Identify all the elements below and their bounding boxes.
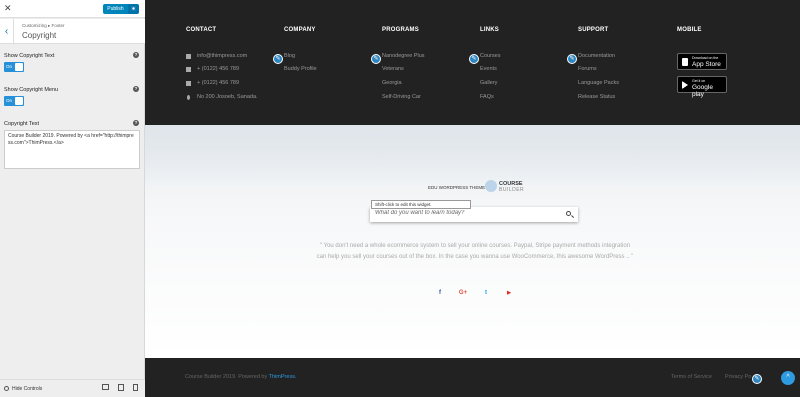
copyright-prefix: Course Builder 2019. Powered by (185, 374, 269, 380)
thimpress-link[interactable]: ThimPress. (269, 374, 297, 380)
programs-heading: PROGRAMS (382, 27, 419, 33)
mobile-heading: MOBILE (677, 27, 702, 33)
google-play-big-text: Google play (692, 84, 713, 98)
customizer-panel: ✕ Publish ‹ Customizing ▸ Footer Copyrig… (0, 0, 145, 397)
copyright-text: Course Builder 2019. Powered by ThimPres… (185, 374, 296, 380)
back-button[interactable]: ‹ (0, 19, 14, 44)
copyright-text-label: Copyright Text (4, 121, 40, 127)
show-copyright-text-label: Show Copyright Text (4, 53, 55, 59)
section-title: Copyright (22, 31, 57, 40)
company-heading: COMPANY (284, 27, 316, 33)
show-copyright-menu-toggle[interactable]: On (4, 96, 24, 106)
show-copyright-menu-label: Show Copyright Menu (4, 87, 59, 93)
copyright-text-field[interactable]: Course Builder 2019. Powered by <a href=… (4, 130, 140, 169)
back-to-top-button[interactable]: ^ (781, 371, 795, 385)
phone-icon (186, 67, 191, 72)
collapse-icon (4, 386, 9, 391)
app-store-small-text: Download on the (692, 56, 719, 60)
theme-tagline: EDU WORDPRESS THEME (428, 185, 486, 190)
gear-icon (131, 6, 136, 11)
edit-pencil-icon[interactable]: ✎ (752, 374, 762, 384)
footer-hero: EDU WORDPRESS THEME COURSE BUILDER Shift… (145, 125, 800, 358)
contact-heading: CONTACT (186, 27, 217, 33)
terms-link[interactable]: Terms of Service (671, 374, 712, 380)
play-icon (682, 81, 688, 89)
links-heading: LINKS (480, 27, 499, 33)
edit-pencil-icon[interactable]: ✎ (567, 54, 577, 64)
help-icon[interactable]: ? (133, 52, 139, 58)
toggle-on-label: On (6, 98, 13, 103)
site-description: " You don't need a whole ecommerce syste… (316, 243, 634, 260)
copyright-bar: Course Builder 2019. Powered by ThimPres… (145, 358, 800, 397)
links-link[interactable]: Gallery (480, 80, 497, 86)
section-header: ‹ Customizing ▸ Footer Copyright (0, 19, 145, 44)
edit-pencil-icon[interactable]: ✎ (371, 54, 381, 64)
help-icon[interactable]: ? (133, 120, 139, 126)
contact-fax: + (0122) 456 789 (197, 80, 240, 86)
google-play-badge[interactable]: Get it on Google play (677, 76, 727, 98)
customizer-footer: Hide Controls (0, 379, 145, 397)
app-store-big-text: App Store (692, 61, 721, 68)
contact-address: No 200 Josoeb, Sanada. (197, 94, 258, 100)
search-box (370, 207, 578, 222)
support-heading: SUPPORT (578, 27, 609, 33)
toggle-knob (15, 63, 23, 71)
location-icon (187, 95, 190, 100)
privacy-link[interactable]: Privacy Po (725, 374, 751, 380)
google-play-small-text: Get it on (692, 79, 706, 83)
app-store-badge[interactable]: Download on the App Store (677, 53, 727, 70)
edit-widget-tooltip: Shift-click to edit this widget. (371, 200, 471, 209)
publish-button[interactable]: Publish (103, 4, 128, 14)
apple-icon (682, 58, 688, 66)
logo-text-line2: BUILDER (499, 187, 525, 193)
twitter-icon[interactable]: t (481, 290, 491, 296)
programs-link[interactable]: Georgia (382, 80, 402, 86)
desktop-preview-icon[interactable] (102, 384, 109, 390)
fax-icon (186, 81, 191, 86)
programs-link[interactable]: Veterans (382, 66, 404, 72)
email-icon (186, 54, 191, 59)
tablet-preview-icon[interactable] (118, 384, 124, 391)
hide-controls-label: Hide Controls (12, 386, 43, 392)
contact-email[interactable]: info@thimpress.com (197, 53, 247, 59)
mobile-preview-icon[interactable] (133, 384, 138, 391)
support-link[interactable]: Documentation (578, 53, 615, 59)
programs-link[interactable]: Nanodegree Plus (382, 53, 425, 59)
hide-controls-button[interactable]: Hide Controls (4, 386, 42, 392)
contact-phone: + (0122) 456 789 (197, 66, 240, 72)
customizer-header: ✕ Publish (0, 0, 145, 18)
links-link[interactable]: Courses (480, 53, 500, 59)
publish-settings-button[interactable] (128, 4, 139, 14)
facebook-icon[interactable]: f (435, 290, 445, 296)
google-plus-icon[interactable]: G+ (458, 290, 468, 296)
programs-link[interactable]: Self-Driving Car (382, 94, 421, 100)
support-link[interactable]: Forums (578, 66, 597, 72)
support-link[interactable]: Language Packs (578, 80, 619, 86)
show-copyright-text-toggle[interactable]: On (4, 62, 24, 72)
links-link[interactable]: Events (480, 66, 497, 72)
company-link[interactable]: Blog (284, 53, 295, 59)
toggle-knob (15, 97, 23, 105)
edit-pencil-icon[interactable]: ✎ (273, 54, 283, 64)
close-icon[interactable]: ✕ (4, 3, 12, 14)
toggle-on-label: On (6, 64, 13, 69)
logo-icon (485, 180, 497, 192)
company-link[interactable]: Buddy Profile (284, 66, 317, 72)
search-input[interactable] (375, 210, 555, 216)
edit-pencil-icon[interactable]: ✎ (469, 54, 479, 64)
links-link[interactable]: FAQs (480, 94, 494, 100)
youtube-icon[interactable]: ▶ (504, 290, 514, 296)
support-link[interactable]: Release Status (578, 94, 615, 100)
help-icon[interactable]: ? (133, 86, 139, 92)
breadcrumb: Customizing ▸ Footer (22, 23, 65, 28)
search-icon[interactable] (566, 211, 571, 216)
